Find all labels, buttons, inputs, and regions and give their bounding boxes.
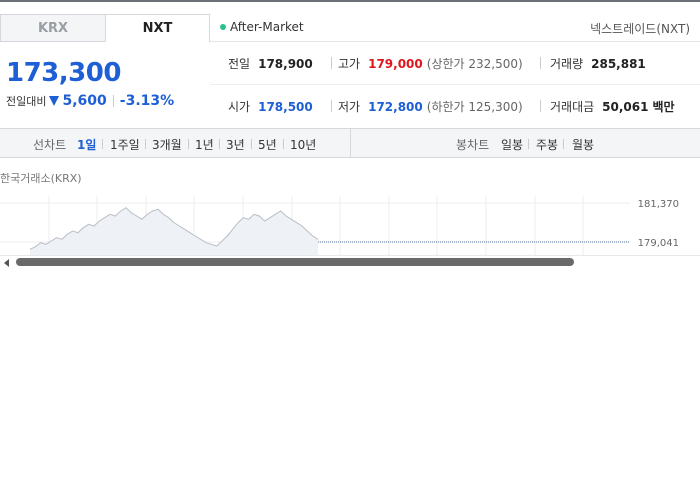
tab-nxt[interactable]: NXT: [105, 14, 210, 42]
quote-amount: 거래대금 50,061 백만: [550, 98, 675, 115]
quote-value: 50,061: [602, 99, 649, 114]
quote-row-divider: [210, 84, 700, 85]
scroll-thumb[interactable]: [16, 258, 574, 266]
chart-toolbar: 선차트 1일 1주일 3개월 1년 3년 5년 10년 봉차트 일봉 주봉 월봉: [0, 128, 700, 158]
chart-scrollbar[interactable]: [0, 255, 700, 269]
candle-chart-label: 봉차트: [456, 138, 490, 152]
price-chart: 181,370 179,041: [0, 196, 679, 256]
quote-value: 172,800: [368, 99, 423, 114]
toolbar-divider: [350, 129, 351, 157]
price-change: 전일대비 5,600 -3.13%: [6, 93, 174, 109]
change-percent: -3.13%: [119, 93, 175, 109]
quote-label: 전일: [228, 57, 251, 71]
top-border: [0, 0, 700, 2]
exchange-name: 넥스트레이드(NXT): [590, 22, 690, 36]
tab-divider: [210, 41, 700, 42]
period-5y-button[interactable]: 5년: [258, 136, 277, 153]
quote-open: 시가 178,500: [228, 98, 313, 115]
change-amount: 5,600: [62, 93, 107, 109]
tab-krx[interactable]: KRX: [0, 14, 105, 42]
quote-separator: [331, 100, 332, 112]
change-label: 전일대비: [6, 95, 47, 108]
current-price: 173,300: [6, 58, 121, 88]
toolbar-separator: [251, 139, 252, 149]
quote-value: 179,000: [368, 56, 423, 71]
limit-value: 232,500: [468, 57, 519, 71]
quote-label: 시가: [228, 100, 251, 114]
limit-label: 상한가: [431, 57, 465, 71]
scroll-left-arrow-icon[interactable]: [4, 259, 9, 267]
toolbar-separator: [283, 139, 284, 149]
session-label: After-Market: [230, 20, 304, 34]
session-status: After-Market: [220, 20, 304, 34]
session-dot-icon: [220, 24, 226, 30]
y-axis-ticks: 181,370 179,041: [638, 199, 679, 249]
quote-separator: [331, 57, 332, 69]
chart-caption: 한국거래소(KRX): [0, 172, 82, 185]
toolbar-separator: [102, 139, 103, 149]
toolbar-separator: [145, 139, 146, 149]
market-tabs: KRX NXT: [0, 14, 210, 42]
quote-value: 178,500: [258, 99, 313, 114]
toolbar-separator: [528, 139, 529, 149]
quote-separator: [540, 57, 541, 69]
toolbar-separator: [188, 139, 189, 149]
candle-monthly-button[interactable]: 월봉: [572, 136, 594, 153]
quote-low: 저가 172,800 (하한가 125,300): [338, 98, 523, 115]
quote-volume: 거래량 285,881: [550, 55, 646, 72]
toolbar-separator: [563, 139, 564, 149]
quote-label: 거래대금: [550, 100, 595, 114]
quote-separator: [540, 100, 541, 112]
quote-limit: (상한가 232,500): [426, 57, 523, 71]
candle-weekly-button[interactable]: 주봉: [536, 136, 558, 153]
period-1w-button[interactable]: 1주일: [110, 136, 140, 153]
quote-limit: (하한가 125,300): [426, 100, 523, 114]
line-chart-label: 선차트: [33, 138, 67, 152]
change-separator: [112, 95, 114, 107]
quote-label: 거래량: [550, 57, 584, 71]
limit-label: 하한가: [431, 100, 465, 114]
quote-high: 고가 179,000 (상한가 232,500): [338, 55, 523, 72]
quote-label: 고가: [338, 57, 361, 71]
toolbar-separator: [219, 139, 220, 149]
quote-label: 저가: [338, 100, 361, 114]
y-tick-label: 179,041: [638, 238, 679, 249]
quote-value: 285,881: [591, 56, 646, 71]
period-10y-button[interactable]: 10년: [290, 136, 316, 153]
limit-value: 125,300: [468, 100, 519, 114]
down-triangle-icon: [49, 96, 60, 106]
quote-prev-close: 전일 178,900: [228, 55, 313, 72]
y-tick-label: 181,370: [638, 199, 679, 210]
period-3m-button[interactable]: 3개월: [152, 136, 182, 153]
period-1y-button[interactable]: 1년: [195, 136, 214, 153]
quote-unit: 백만: [652, 100, 675, 114]
candle-daily-button[interactable]: 일봉: [501, 136, 523, 153]
quote-value: 178,900: [258, 56, 313, 71]
period-1d-button[interactable]: 1일: [77, 136, 96, 153]
period-3y-button[interactable]: 3년: [226, 136, 245, 153]
